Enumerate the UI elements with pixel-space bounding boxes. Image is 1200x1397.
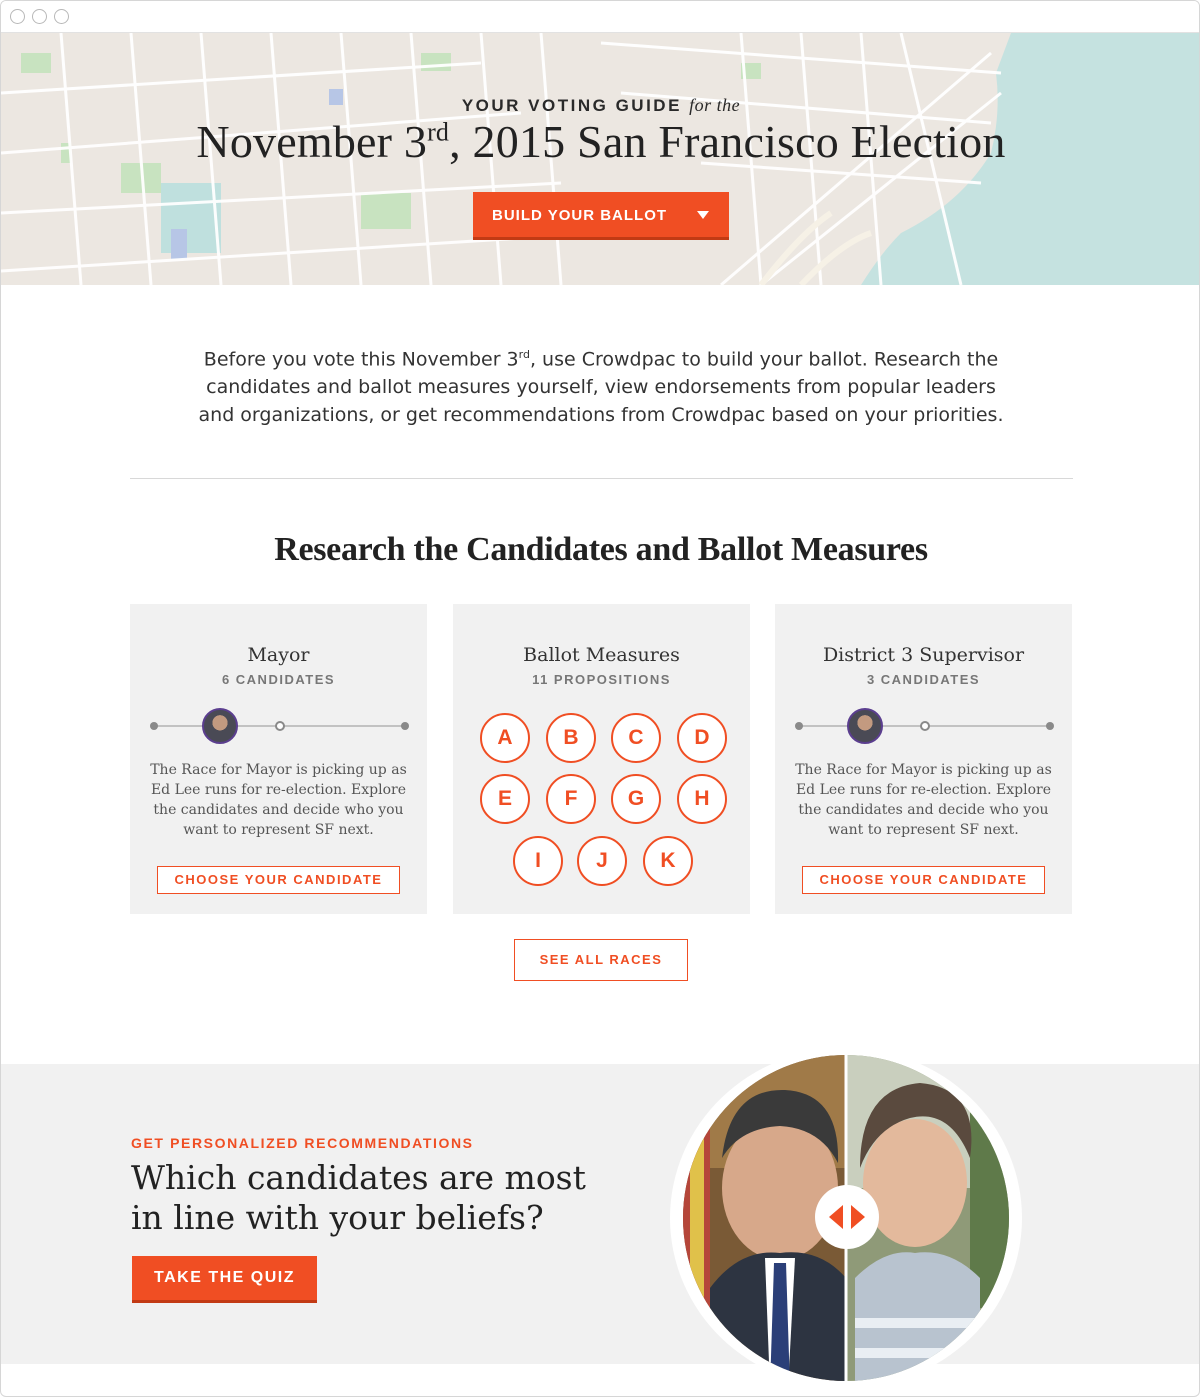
window-chrome xyxy=(1,1,1199,33)
slider-stop[interactable] xyxy=(275,721,285,731)
proposition-k-button[interactable]: K xyxy=(643,836,693,886)
race-card-mayor: Mayor 6 CANDIDATES The Race for Mayor is… xyxy=(130,604,427,914)
choose-candidate-button[interactable]: CHOOSE YOUR CANDIDATE xyxy=(157,866,400,894)
quiz-question: Which candidates are most in line with y… xyxy=(131,1158,651,1238)
choose-candidate-button[interactable]: CHOOSE YOUR CANDIDATE xyxy=(802,866,1045,894)
see-all-races-button[interactable]: SEE ALL RACES xyxy=(514,939,688,981)
proposition-c-button[interactable]: C xyxy=(611,713,661,763)
section-divider xyxy=(130,478,1073,479)
window-zoom-dot[interactable] xyxy=(54,9,69,24)
intro-text: Before you vote this November 3 xyxy=(203,348,519,371)
build-ballot-button[interactable]: BUILD YOUR BALLOT xyxy=(473,192,729,240)
hero-banner: YOUR VOTING GUIDE for the November 3rd, … xyxy=(1,33,1199,285)
card-subtitle: 6 CANDIDATES xyxy=(221,672,336,687)
hero-title-sup: rd xyxy=(427,117,450,147)
proposition-j-button[interactable]: J xyxy=(577,836,627,886)
slider-stop[interactable] xyxy=(920,721,930,731)
hero-kicker-text: YOUR VOTING GUIDE xyxy=(461,96,682,115)
card-description: The Race for Mayor is picking up as Ed L… xyxy=(150,762,407,838)
arrow-left-icon xyxy=(829,1205,843,1229)
slider-stop[interactable] xyxy=(795,722,803,730)
race-card-district-3: District 3 Supervisor 3 CANDIDATES The R… xyxy=(775,604,1072,914)
candidate-avatar-icon[interactable] xyxy=(202,708,238,744)
candidate-compare-graphic xyxy=(670,1048,1022,1388)
race-card-ballot-measures: Ballot Measures 11 PROPOSITIONS A B C D … xyxy=(453,604,750,914)
proposition-d-button[interactable]: D xyxy=(677,713,727,763)
candidate-slider[interactable] xyxy=(795,708,1054,744)
proposition-g-button[interactable]: G xyxy=(611,774,661,824)
hero-title-part: November 3 xyxy=(196,116,428,167)
card-subtitle: 3 CANDIDATES xyxy=(866,672,981,687)
quiz-question-line: Which candidates are most xyxy=(131,1158,586,1197)
slider-stop[interactable] xyxy=(401,722,409,730)
card-title: Ballot Measures xyxy=(523,644,680,666)
quiz-kicker: GET PERSONALIZED RECOMMENDATIONS xyxy=(131,1135,474,1151)
intro-sup: rd xyxy=(518,348,530,361)
arrow-right-icon xyxy=(851,1205,865,1229)
slider-stop[interactable] xyxy=(1046,722,1054,730)
slider-stop[interactable] xyxy=(150,722,158,730)
proposition-f-button[interactable]: F xyxy=(546,774,596,824)
window-minimize-dot[interactable] xyxy=(32,9,47,24)
card-title: District 3 Supervisor xyxy=(822,644,1025,666)
intro-paragraph: Before you vote this November 3rd, use C… xyxy=(141,341,1061,429)
research-section-title: Research the Candidates and Ballot Measu… xyxy=(274,531,928,568)
hero-kicker: YOUR VOTING GUIDE for the xyxy=(1,95,1199,116)
window-close-dot[interactable] xyxy=(10,9,25,24)
swap-arrows-icon[interactable] xyxy=(815,1185,879,1249)
quiz-question-line: in line with your beliefs? xyxy=(131,1198,544,1237)
caret-down-icon xyxy=(697,211,709,219)
hero-kicker-for: for the xyxy=(689,95,741,115)
browser-window: YOUR VOTING GUIDE for the November 3rd, … xyxy=(0,0,1200,1397)
card-title: Mayor xyxy=(247,644,310,666)
candidate-slider[interactable] xyxy=(150,708,409,744)
proposition-e-button[interactable]: E xyxy=(480,774,530,824)
proposition-h-button[interactable]: H xyxy=(677,774,727,824)
intro-text: and organizations, or get recommendation… xyxy=(198,404,1004,427)
proposition-b-button[interactable]: B xyxy=(546,713,596,763)
build-ballot-label: BUILD YOUR BALLOT xyxy=(492,207,668,224)
card-description: The Race for Mayor is picking up as Ed L… xyxy=(795,762,1052,838)
card-subtitle: 11 PROPOSITIONS xyxy=(532,672,671,687)
hero-title: November 3rd, 2015 San Francisco Electio… xyxy=(1,115,1199,168)
take-quiz-button[interactable]: TAKE THE QUIZ xyxy=(132,1256,317,1303)
candidate-avatar-icon[interactable] xyxy=(847,708,883,744)
proposition-a-button[interactable]: A xyxy=(480,713,530,763)
intro-text: candidates and ballot measures yourself,… xyxy=(206,376,996,399)
proposition-i-button[interactable]: I xyxy=(513,836,563,886)
hero-title-part: , 2015 San Francisco Election xyxy=(449,116,1006,167)
intro-text: , use Crowdpac to build your ballot. Res… xyxy=(529,348,999,371)
